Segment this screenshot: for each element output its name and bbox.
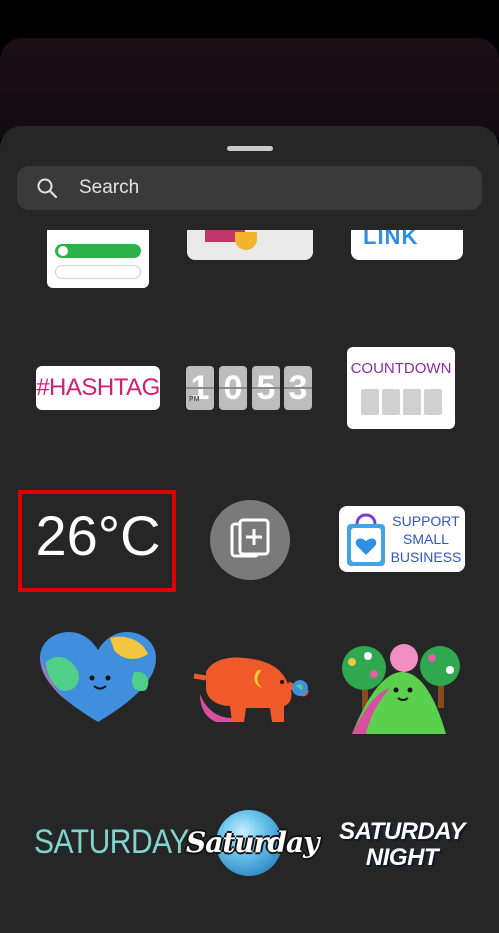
- clock-digit: 3: [284, 366, 312, 410]
- hashtag-sticker[interactable]: #HASHTAG: [36, 366, 160, 410]
- add-photo-sticker[interactable]: [210, 500, 290, 580]
- shopping-bag-icon: [347, 513, 385, 566]
- check-icon: [58, 246, 68, 256]
- countdown-slot: [424, 389, 442, 415]
- saturday-disco-sticker[interactable]: Saturday: [186, 810, 319, 876]
- business-label: SUPPORT SMALL BUSINESS: [390, 513, 462, 565]
- countdown-sticker[interactable]: COUNTDOWN: [347, 347, 455, 429]
- clock-digit: 1 PM: [186, 366, 214, 410]
- highlight-annotation: [18, 490, 176, 592]
- saturday-night-line1: SATURDAY: [339, 818, 465, 845]
- search-bar[interactable]: Search: [17, 166, 482, 210]
- clock-digit: 0: [219, 366, 247, 410]
- hill-trees-sticker[interactable]: [338, 644, 464, 736]
- countdown-slot: [361, 389, 379, 415]
- saturday-disco-label: Saturday: [186, 826, 319, 859]
- countdown-slot: [382, 389, 400, 415]
- clock-period: PM: [189, 396, 200, 403]
- hashtag-label: #HASHTAG: [36, 374, 160, 401]
- search-icon: [37, 178, 57, 198]
- saturday-night-sticker[interactable]: SATURDAY NIGHT: [339, 818, 465, 874]
- earth-heart-sticker[interactable]: [38, 632, 158, 724]
- emoji-slider-sticker[interactable]: [187, 230, 313, 260]
- poll-option-bar: [55, 265, 141, 279]
- search-placeholder: Search: [79, 177, 140, 198]
- background-story-preview: [0, 38, 499, 138]
- clock-digit: 5: [252, 366, 280, 410]
- saturday-sticker[interactable]: SATURDAY: [34, 823, 189, 869]
- support-small-business-sticker[interactable]: SUPPORT SMALL BUSINESS: [339, 506, 465, 572]
- add-photo-icon: [230, 518, 270, 558]
- countdown-label: COUNTDOWN: [350, 360, 452, 377]
- poll-sticker[interactable]: [47, 230, 149, 288]
- time-sticker[interactable]: 1 PM 0 5 3: [186, 366, 312, 410]
- drag-handle[interactable]: [227, 146, 273, 151]
- link-sticker[interactable]: LINK: [351, 230, 463, 260]
- emoji-face-icon: [235, 232, 257, 250]
- elephant-sticker[interactable]: [188, 654, 312, 726]
- saturday-night-line2: NIGHT: [365, 844, 439, 871]
- countdown-slot: [403, 389, 421, 415]
- link-label: LINK: [363, 230, 419, 249]
